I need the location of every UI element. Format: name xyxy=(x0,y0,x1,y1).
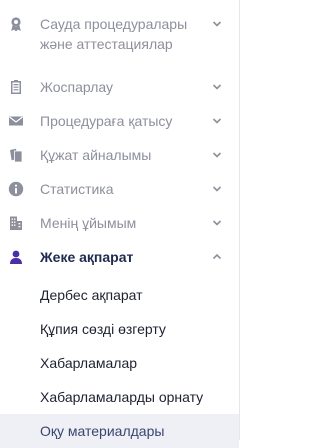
personal-info-submenu: Дербес ақпарат Құпия сөзді өзгерту Хабар… xyxy=(0,274,239,448)
menu-label-trade-line1: Сауда процедуралары xyxy=(40,16,188,32)
submenu-item-notifications[interactable]: Хабарламалар xyxy=(0,346,239,380)
menu-label-statistics: Статистика xyxy=(40,181,114,197)
submenu-item-training-materials[interactable]: Оқу материалдары xyxy=(0,414,239,448)
building-icon xyxy=(8,215,24,231)
submenu-item-change-password[interactable]: Құпия сөзді өзгерту xyxy=(0,312,239,346)
info-icon xyxy=(8,181,24,197)
menu-item-procedure-participation[interactable]: Процедураға қатысу xyxy=(0,104,239,138)
menu-item-statistics[interactable]: Статистика xyxy=(0,172,239,206)
chevron-down-icon xyxy=(211,217,223,229)
award-icon xyxy=(8,16,24,32)
chevron-up-icon xyxy=(211,251,223,263)
menu-label-organization: Менің ұйымым xyxy=(40,215,137,231)
chevron-down-icon xyxy=(211,18,223,30)
menu-label-docflow: Құжат айналымы xyxy=(40,147,152,163)
chevron-down-icon xyxy=(211,183,223,195)
chevron-down-icon xyxy=(211,81,223,93)
menu-label-personal: Жеке ақпарат xyxy=(40,249,134,265)
menu-label-procedure: Процедураға қатысу xyxy=(40,113,173,129)
menu-item-document-flow[interactable]: Құжат айналымы xyxy=(0,138,239,172)
documents-icon xyxy=(8,147,24,163)
menu-label-trade-line2: және аттестациялар xyxy=(40,36,173,52)
chevron-down-icon xyxy=(211,149,223,161)
envelope-icon xyxy=(8,113,24,129)
menu-label-trade: Сауда процедуралары және аттестациялар xyxy=(40,14,211,54)
submenu-item-notification-settings[interactable]: Хабарламаларды орнату xyxy=(0,380,239,414)
menu-item-trade-procedures[interactable]: Сауда процедуралары және аттестациялар xyxy=(0,0,239,70)
menu-item-planning[interactable]: Жоспарлау xyxy=(0,70,239,104)
sidebar-menu: Сауда процедуралары және аттестациялар Ж… xyxy=(0,0,240,448)
submenu-item-personal-data[interactable]: Дербес ақпарат xyxy=(0,278,239,312)
chevron-down-icon xyxy=(211,115,223,127)
menu-item-my-organization[interactable]: Менің ұйымым xyxy=(0,206,239,240)
menu-label-planning: Жоспарлау xyxy=(40,79,114,95)
user-icon xyxy=(8,249,24,265)
clipboard-icon xyxy=(8,79,24,95)
menu-item-personal-info[interactable]: Жеке ақпарат xyxy=(0,240,239,274)
